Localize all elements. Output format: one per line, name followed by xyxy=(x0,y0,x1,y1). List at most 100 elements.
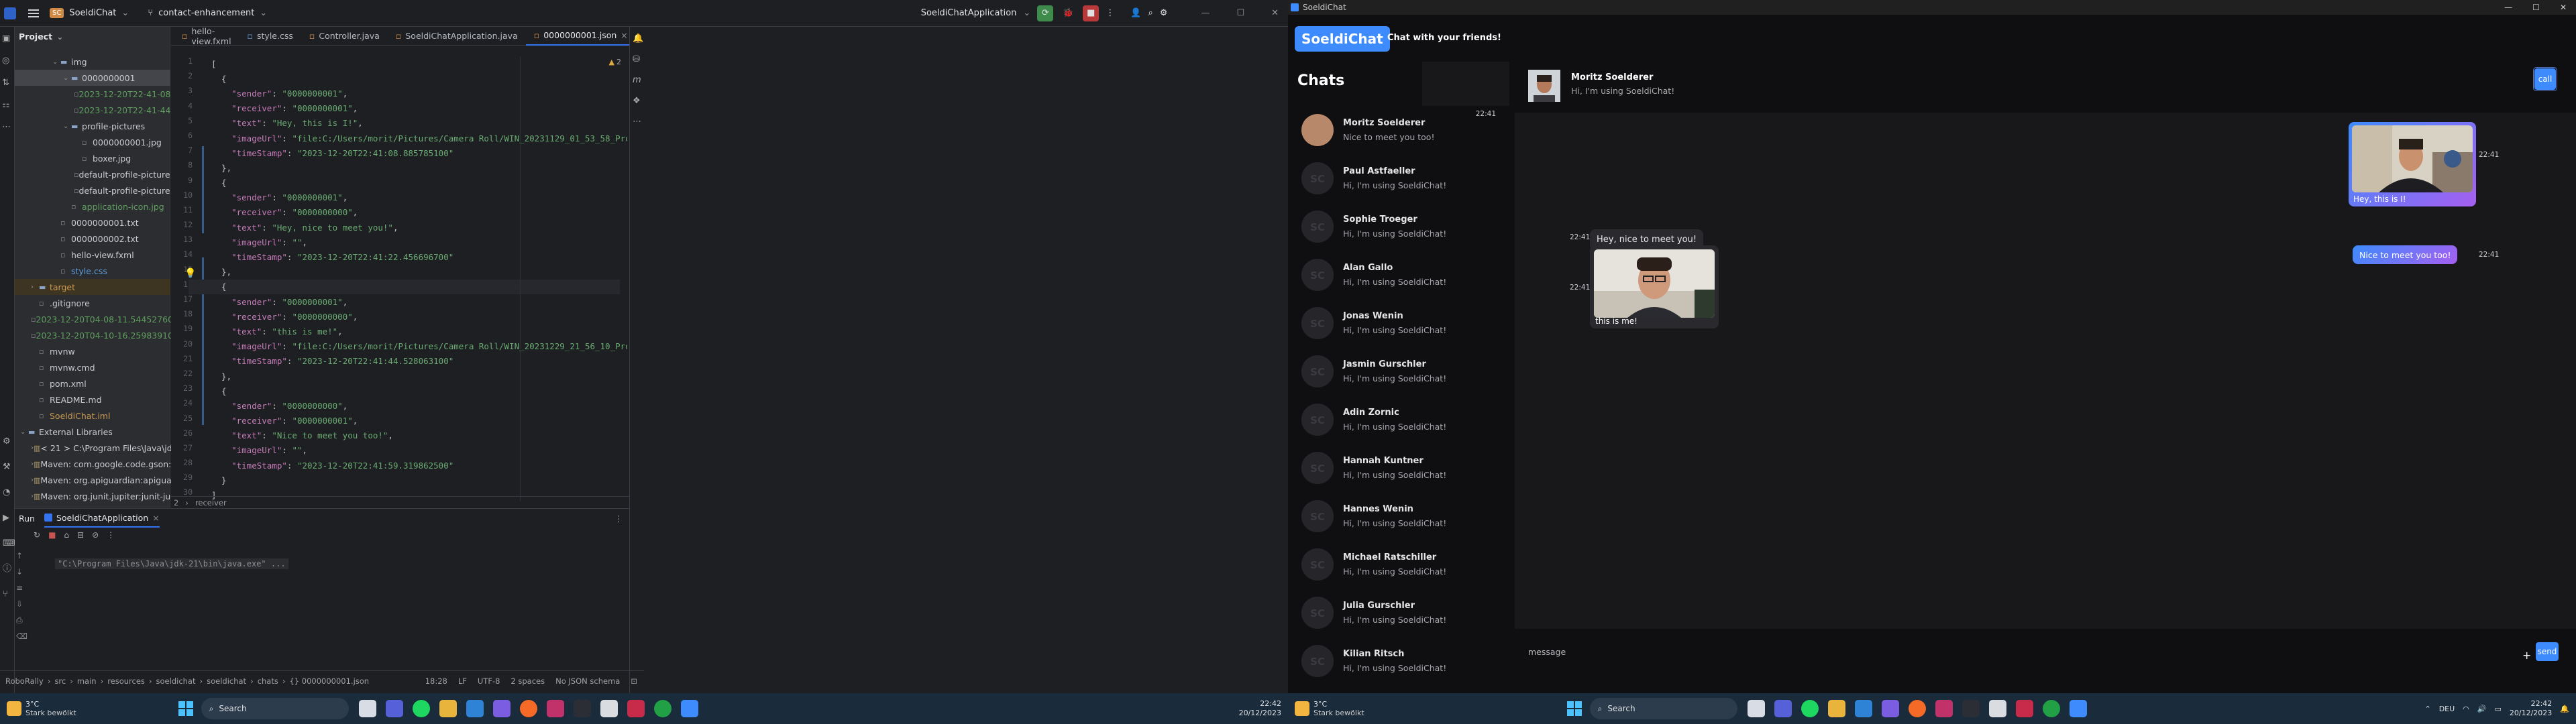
app-icon[interactable] xyxy=(546,700,564,717)
main-menu-icon[interactable] xyxy=(28,9,39,18)
rerun-icon[interactable]: ↻ xyxy=(34,530,40,540)
task-view-icon[interactable] xyxy=(358,700,376,717)
status-breadcrumb-item[interactable]: chats xyxy=(258,676,278,686)
chevron-down-icon[interactable]: ⌄ xyxy=(63,123,71,130)
contact-item[interactable]: SC Hannes Wenin Hi, I'm using SoeldiChat! xyxy=(1301,492,1496,540)
send-button[interactable]: send xyxy=(2536,642,2559,661)
battery-icon[interactable]: ▭ xyxy=(2494,705,2501,713)
notepad-icon[interactable] xyxy=(600,700,618,717)
bulb-icon[interactable]: 💡 xyxy=(184,268,196,279)
soeldichat-taskbar-icon[interactable] xyxy=(2069,700,2087,717)
task-view-icon[interactable] xyxy=(1747,700,1765,717)
down-arrow-icon[interactable]: ↓ xyxy=(16,564,31,580)
minimize-icon[interactable]: — xyxy=(2504,3,2512,12)
teams-icon[interactable] xyxy=(385,700,403,717)
close-icon[interactable]: ✕ xyxy=(1271,8,1279,18)
status-breadcrumb-item[interactable]: soeldichat xyxy=(156,676,196,686)
notepad-icon[interactable] xyxy=(1988,700,2006,717)
discord-icon[interactable] xyxy=(1881,700,1899,717)
tree-item[interactable]: ⌄ ▬ External Libraries xyxy=(15,424,170,440)
tree-item[interactable]: ⌄ ▬ img xyxy=(15,54,170,70)
spotify-icon[interactable] xyxy=(1801,700,1819,717)
tree-item[interactable]: ▫ style.css xyxy=(15,263,170,279)
rerun-icon[interactable]: ⟳ xyxy=(1037,5,1054,21)
whatsapp-icon[interactable] xyxy=(2042,700,2060,717)
status-breadcrumb-item[interactable]: soeldichat xyxy=(207,676,246,686)
file-explorer-icon[interactable] xyxy=(439,700,457,717)
contact-item[interactable]: SC Jasmin Gurschler Hi, I'm using SoeldiCh… xyxy=(1301,347,1496,395)
scroll-end-icon[interactable]: ⇩ xyxy=(16,596,31,612)
windows-start-icon[interactable] xyxy=(177,700,195,717)
breadcrumb-index[interactable]: 2 xyxy=(174,498,178,507)
mail-icon[interactable] xyxy=(466,700,484,717)
breadcrumb-key[interactable]: receiver xyxy=(195,498,227,507)
editor-tab[interactable]: ▫ 0000000001.json × xyxy=(525,27,636,46)
add-attachment-button[interactable]: + xyxy=(2522,649,2531,662)
contact-item[interactable]: SC Kilian Ritsch Hi, I'm using SoeldiChat! xyxy=(1301,637,1496,684)
more-tools-icon[interactable]: ⋯ xyxy=(2,122,12,132)
pull-request-icon[interactable]: ⇅ xyxy=(2,78,12,88)
tree-item[interactable]: › ▥ Maven: org.junit.jupiter:junit-jupiter… xyxy=(15,488,229,504)
terminal-app-icon[interactable] xyxy=(573,700,591,717)
commit-tool-icon[interactable]: ◎ xyxy=(2,56,12,66)
indent-setting[interactable]: 2 spaces xyxy=(511,676,545,686)
taskbar-search[interactable]: ⌕ Search xyxy=(201,698,349,719)
tree-item[interactable]: ▫ 2023-12-20T22-41-08.803741200.jpg xyxy=(15,86,237,102)
close-icon[interactable]: × xyxy=(621,30,627,40)
contact-item[interactable]: SC Julia Gurschler Hi, I'm using SoeldiCha… xyxy=(1301,589,1496,636)
build-icon[interactable]: ⚒ xyxy=(3,455,15,480)
gear-icon[interactable]: ⚙ xyxy=(1160,8,1168,18)
up-arrow-icon[interactable]: ↑ xyxy=(16,548,31,564)
file-encoding[interactable]: UTF-8 xyxy=(478,676,500,686)
volume-icon[interactable]: 🔊 xyxy=(2477,705,2487,713)
intellij-icon[interactable] xyxy=(627,700,645,717)
minimize-icon[interactable]: — xyxy=(1201,8,1210,18)
profiler-icon[interactable]: ◔ xyxy=(3,480,15,505)
tree-item[interactable]: ▫ default-profile-picture.png xyxy=(15,182,189,198)
tree-item[interactable]: › ▥ Maven: org.apiguardian:apiguardian-api… xyxy=(15,472,233,488)
contact-item[interactable]: SC Alan Gallo Hi, I'm using SoeldiChat! xyxy=(1301,251,1496,298)
project-switcher[interactable]: SC SoeldiChat ⌄ xyxy=(50,8,129,18)
chevron-down-icon[interactable]: ⌄ xyxy=(63,74,71,82)
tree-item[interactable]: ⌄ ▬ 0000000001 xyxy=(15,70,170,86)
firefox-icon[interactable] xyxy=(1908,700,1926,717)
services-icon[interactable]: ⚙ xyxy=(3,429,15,455)
terminal-app-icon[interactable] xyxy=(1962,700,1980,717)
code-view[interactable]: [ { "sender": "0000000001", "receiver": … xyxy=(211,56,627,503)
run-panel-title[interactable]: Run xyxy=(19,514,35,524)
maximize-icon[interactable]: ☐ xyxy=(1236,8,1244,18)
editor-tab[interactable]: ▫ SoeldiChatApplication.java xyxy=(388,27,526,46)
tree-item[interactable]: ▫ boxer.jpg xyxy=(15,150,170,166)
status-breadcrumb-item[interactable]: RoboRally xyxy=(5,676,44,686)
tree-item[interactable]: ⌄ ▬ profile-pictures xyxy=(15,118,170,134)
branch-switcher[interactable]: ⑂ contact-enhancement ⌄ xyxy=(148,8,267,18)
more-icon[interactable]: ⋮ xyxy=(614,514,623,524)
whatsapp-icon[interactable] xyxy=(653,700,672,717)
structure-icon[interactable]: ⚏ xyxy=(2,100,12,110)
tree-item[interactable]: ▫ 0000000001.jpg xyxy=(15,134,170,150)
user-icon[interactable]: 👤 xyxy=(1130,8,1141,18)
status-breadcrumb-item[interactable]: main xyxy=(77,676,97,686)
tree-item[interactable]: ▫ pom.xml xyxy=(15,375,170,391)
camera-icon[interactable]: ⌂ xyxy=(64,530,69,540)
database-icon[interactable]: ⛁ xyxy=(633,54,641,64)
maven-icon[interactable]: m xyxy=(633,75,641,85)
stop-icon[interactable]: ■ xyxy=(48,530,56,540)
message-input[interactable]: message xyxy=(1528,638,2451,665)
spotify-icon[interactable] xyxy=(412,700,430,717)
tree-item[interactable]: ▫ 2023-12-20T04-08-11.544527600 xyxy=(15,311,178,327)
contact-item[interactable]: SC Adin Zornic Hi, I'm using SoeldiChat! xyxy=(1301,396,1496,443)
notifications-icon[interactable]: 🔔 xyxy=(633,34,643,44)
more-icon[interactable]: ⋮ xyxy=(107,530,115,540)
terminal-icon[interactable]: ⌨ xyxy=(3,531,15,556)
editor-tab[interactable]: ▫ hello-view.fxml xyxy=(174,26,239,46)
intellij-icon[interactable] xyxy=(2015,700,2033,717)
debug-icon[interactable]: 🐞 xyxy=(1060,5,1076,21)
trash-icon[interactable]: ⌫ xyxy=(16,628,31,644)
project-panel-title[interactable]: Project xyxy=(19,32,52,42)
app-icon[interactable] xyxy=(1935,700,1953,717)
contact-item[interactable]: SC Hannah Kuntner Hi, I'm using SoeldiChat… xyxy=(1301,444,1496,491)
tree-item[interactable]: › ▬ target xyxy=(15,279,170,295)
input-language[interactable]: DEU xyxy=(2439,705,2455,713)
tree-item[interactable]: ▫ mvnw.cmd xyxy=(15,359,170,375)
